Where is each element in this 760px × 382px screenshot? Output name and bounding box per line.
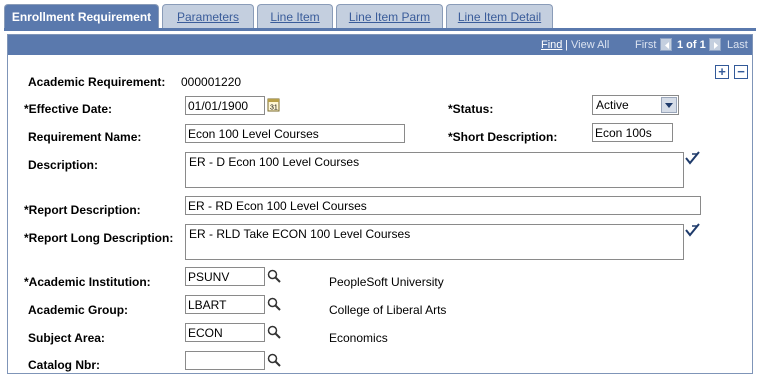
catalog-nbr-label: Catalog Nbr: [28,358,100,372]
requirement-name-input[interactable]: Econ 100 Level Courses [185,124,405,143]
nav-separator: | [565,39,568,51]
academic-group-label: Academic Group: [28,303,129,317]
tab-underline [4,28,756,31]
first-link[interactable]: First [635,39,656,51]
academic-requirement-value: 000001220 [181,75,242,89]
effective-date-label: *Effective Date: [24,102,113,116]
view-all-link[interactable]: View All [571,39,609,51]
requirement-name-label: Requirement Name: [28,130,142,144]
academic-requirement-label: Academic Requirement: [28,75,166,89]
row-position: 1 of 1 [677,39,706,51]
status-select[interactable]: Active [592,95,679,115]
report-long-description-textarea[interactable]: ER - RLD Take ECON 100 Level Courses [185,224,684,260]
svg-text:31: 31 [270,105,278,112]
short-description-input[interactable]: Econ 100s [592,123,673,142]
find-link[interactable]: Find [541,39,562,51]
effective-date-input[interactable]: 01/01/1900 [185,96,265,115]
academic-group-input[interactable]: LBART [185,295,265,314]
lookup-icon[interactable] [267,325,283,341]
description-label: Description: [28,158,99,172]
delete-row-icon[interactable]: − [734,65,748,79]
tab-enrollment-requirement[interactable]: Enrollment Requirement [4,4,159,29]
add-row-icon[interactable]: + [715,65,729,79]
tab-line-item-parm[interactable]: Line Item Parm [336,4,443,28]
academic-group-description: College of Liberal Arts [329,303,447,317]
next-arrow-icon[interactable] [709,38,721,51]
report-long-description-label: *Report Long Description: [24,231,174,245]
first-arrow-icon[interactable] [660,38,672,51]
requirement-scroll-area: Find | View All First 1 of 1 Last + − Ac… [7,34,753,374]
report-description-label: *Report Description: [24,203,141,217]
report-description-input[interactable]: ER - RD Econ 100 Level Courses [185,196,701,215]
status-select-value: Active [596,98,629,112]
academic-institution-label: *Academic Institution: [24,275,151,289]
catalog-nbr-input[interactable] [185,351,265,370]
subject-area-label: Subject Area: [28,331,105,345]
description-textarea[interactable]: ER - D Econ 100 Level Courses [185,152,684,188]
chevron-down-icon[interactable] [661,97,677,113]
tab-line-item-detail[interactable]: Line Item Detail [446,4,553,28]
academic-institution-input[interactable]: PSUNV [185,267,265,286]
calendar-icon[interactable]: 31 [267,97,283,113]
lookup-icon[interactable] [267,353,283,369]
tab-parameters[interactable]: Parameters [162,4,254,28]
lookup-icon[interactable] [267,297,283,313]
lookup-icon[interactable] [267,269,283,285]
subject-area-description: Economics [329,331,388,345]
status-label: *Status: [448,102,494,116]
spellcheck-icon[interactable] [684,150,700,166]
scroll-navigation-bar: Find | View All First 1 of 1 Last [8,35,752,55]
tab-line-item[interactable]: Line Item [257,4,333,28]
academic-institution-description: PeopleSoft University [329,275,444,289]
spellcheck-icon[interactable] [684,222,700,238]
subject-area-input[interactable]: ECON [185,323,265,342]
short-description-label: *Short Description: [448,130,558,144]
last-link[interactable]: Last [727,39,748,51]
